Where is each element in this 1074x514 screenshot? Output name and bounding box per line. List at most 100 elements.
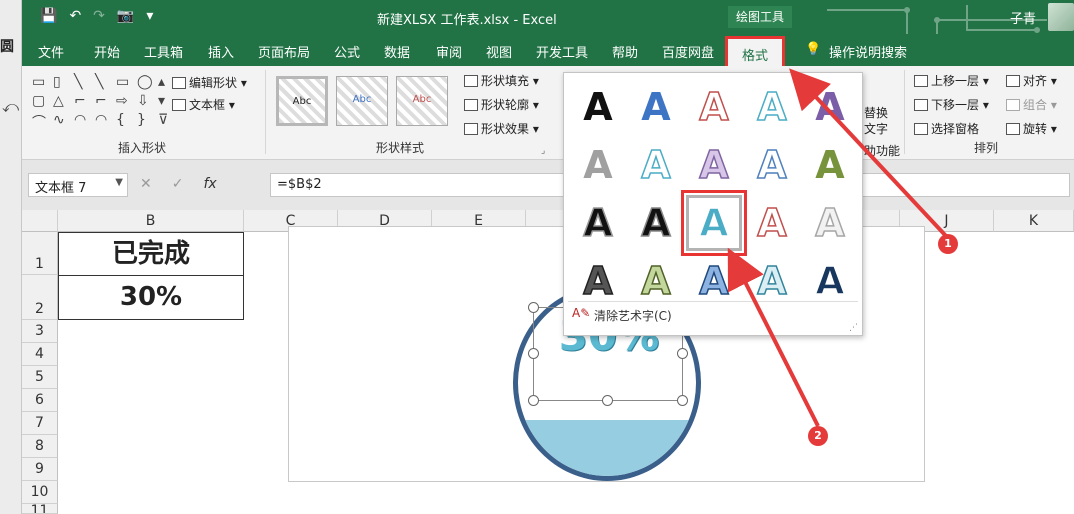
tab-data[interactable]: 数据	[384, 42, 410, 61]
enter-icon[interactable]: ✓	[172, 176, 184, 192]
shape-outline-button[interactable]: 形状轮廓 ▾	[464, 96, 539, 113]
tab-developer[interactable]: 开发工具	[536, 42, 588, 61]
wordart-style-2[interactable]: A	[628, 79, 684, 135]
vertical-textbox-icon[interactable]: ▯	[53, 74, 71, 90]
name-box[interactable]: 文本框 7 ▼	[28, 173, 128, 197]
select-all-corner[interactable]	[22, 210, 58, 232]
rotate-button[interactable]: 旋转 ▾	[1006, 120, 1057, 137]
text-box-button[interactable]: 文本框 ▾	[172, 96, 235, 113]
wordart-style-9[interactable]: A	[744, 137, 800, 193]
row-header-7[interactable]: 7	[22, 412, 58, 435]
resize-handle[interactable]	[528, 302, 539, 313]
brace-icon[interactable]: {	[116, 112, 134, 132]
shape-style-1[interactable]: Abc	[276, 76, 328, 126]
edit-shape-button[interactable]: 编辑形状 ▾	[172, 74, 247, 91]
tab-view[interactable]: 视图	[486, 42, 512, 61]
alt-text-label-1[interactable]: 替换	[864, 104, 888, 121]
shape-fill-button[interactable]: 形状填充 ▾	[464, 72, 539, 89]
alt-text-label-2[interactable]: 文字	[864, 120, 888, 137]
oval-icon[interactable]: ◯	[137, 74, 155, 90]
tab-file[interactable]: 文件	[38, 42, 64, 61]
freeform-icon[interactable]: ⌒	[32, 112, 50, 132]
wordart-style-8[interactable]: A	[686, 137, 742, 193]
rectangle-icon[interactable]: ▭	[116, 74, 134, 90]
tab-insert[interactable]: 插入	[208, 42, 234, 61]
row-header-5[interactable]: 5	[22, 366, 58, 389]
column-header-b[interactable]: B	[58, 210, 244, 232]
row-header-4[interactable]: 4	[22, 343, 58, 366]
wordart-style-14[interactable]: A	[744, 195, 800, 251]
camera-icon[interactable]: 📷	[117, 8, 134, 24]
shapes-gallery[interactable]: ▭ ▯ ╲ ╲ ▭ ◯ ▴ ▢ △ ⌐ ⌐ ⇨ ⇩ ▾ ⌒ ∿ ◠ ◠{} ⊽	[32, 74, 176, 132]
tab-review[interactable]: 审阅	[436, 42, 462, 61]
row-header-8[interactable]: 8	[22, 435, 58, 458]
shape-style-3[interactable]: Abc	[396, 76, 448, 126]
user-name[interactable]: 子青	[1010, 8, 1036, 27]
wordart-style-3[interactable]: A	[686, 79, 742, 135]
row-header-6[interactable]: 6	[22, 389, 58, 412]
wordart-style-15[interactable]: A	[802, 195, 858, 251]
send-backward-button[interactable]: 下移一层 ▾	[914, 96, 989, 113]
wordart-style-11[interactable]: A	[570, 195, 626, 251]
line-icon[interactable]: ╲	[74, 74, 92, 90]
wordart-style-4[interactable]: A	[744, 79, 800, 135]
resize-grip-icon[interactable]: ⋰	[849, 323, 858, 333]
resize-handle[interactable]	[677, 395, 688, 406]
tab-help[interactable]: 帮助	[612, 42, 638, 61]
resize-handle[interactable]	[528, 348, 539, 359]
tab-home[interactable]: 开始	[94, 42, 120, 61]
tab-baidu-netdisk[interactable]: 百度网盘	[662, 42, 714, 61]
worksheet-grid[interactable]: B C D E J K 1 2 3 4 5 6 7 8 9 10 11 已完成 …	[22, 210, 1074, 514]
triangle-icon[interactable]: △	[53, 93, 71, 109]
tab-formulas[interactable]: 公式	[334, 42, 360, 61]
row-header-9[interactable]: 9	[22, 458, 58, 481]
row-header-2[interactable]: 2	[22, 275, 58, 320]
more-shapes-icon[interactable]: ⊽	[158, 112, 176, 132]
line-icon[interactable]: ╲	[95, 74, 113, 90]
shape-effects-button[interactable]: 形状效果 ▾	[464, 120, 539, 137]
wordart-style-7[interactable]: A	[628, 137, 684, 193]
clear-wordart-menu-item[interactable]: 清除艺术字(C)	[594, 307, 672, 324]
redo-icon[interactable]: ↷	[93, 8, 105, 24]
wordart-style-13[interactable]: A	[681, 190, 747, 256]
customize-qat-icon[interactable]: ▾	[146, 8, 153, 24]
row-header-1[interactable]: 1	[22, 232, 58, 275]
cell-b1[interactable]: 已完成	[58, 232, 244, 276]
tab-format[interactable]: 格式	[725, 36, 786, 66]
tab-page-layout[interactable]: 页面布局	[258, 42, 310, 61]
curve-icon[interactable]: ∿	[53, 112, 71, 132]
row-header-10[interactable]: 10	[22, 481, 58, 504]
group-button[interactable]: 组合 ▾	[1006, 96, 1057, 113]
wordart-style-10[interactable]: A	[802, 137, 858, 193]
selection-pane-button[interactable]: 选择窗格	[914, 120, 979, 137]
tab-toolbox[interactable]: 工具箱	[144, 42, 183, 61]
connector-icon[interactable]: ⌐	[74, 93, 92, 109]
row-header-3[interactable]: 3	[22, 320, 58, 343]
arrow-right-icon[interactable]: ⇨	[116, 93, 134, 109]
wordart-style-6[interactable]: A	[570, 137, 626, 193]
save-icon[interactable]: 💾	[40, 8, 57, 24]
textbox-shape-icon[interactable]: ▭	[32, 74, 50, 90]
resize-handle[interactable]	[677, 348, 688, 359]
bring-forward-button[interactable]: 上移一层 ▾	[914, 72, 989, 89]
cell-b2[interactable]: 30%	[58, 275, 244, 320]
insert-function-icon[interactable]: fx	[203, 176, 216, 192]
cancel-icon[interactable]: ✕	[140, 176, 152, 192]
resize-handle[interactable]	[602, 395, 613, 406]
chevron-down-icon[interactable]: ▼	[115, 177, 123, 188]
connector-icon[interactable]: ⌐	[95, 93, 113, 109]
arc-icon[interactable]: ◠	[95, 112, 113, 132]
tell-me-search[interactable]: 操作说明搜索	[829, 42, 907, 61]
arc-icon[interactable]: ◠	[74, 112, 92, 132]
arrow-down-icon[interactable]: ⇩	[137, 93, 155, 109]
column-header-k[interactable]: K	[994, 210, 1074, 232]
wordart-style-1[interactable]: A	[570, 79, 626, 135]
align-button[interactable]: 对齐 ▾	[1006, 72, 1057, 89]
resize-handle[interactable]	[528, 395, 539, 406]
avatar[interactable]	[1048, 3, 1074, 31]
row-header-11[interactable]: 11	[22, 504, 58, 514]
wordart-style-5[interactable]: A	[802, 79, 858, 135]
wordart-style-12[interactable]: A	[628, 195, 684, 251]
rounded-rect-icon[interactable]: ▢	[32, 93, 50, 109]
undo-button-icon[interactable]: ↶	[69, 8, 81, 24]
